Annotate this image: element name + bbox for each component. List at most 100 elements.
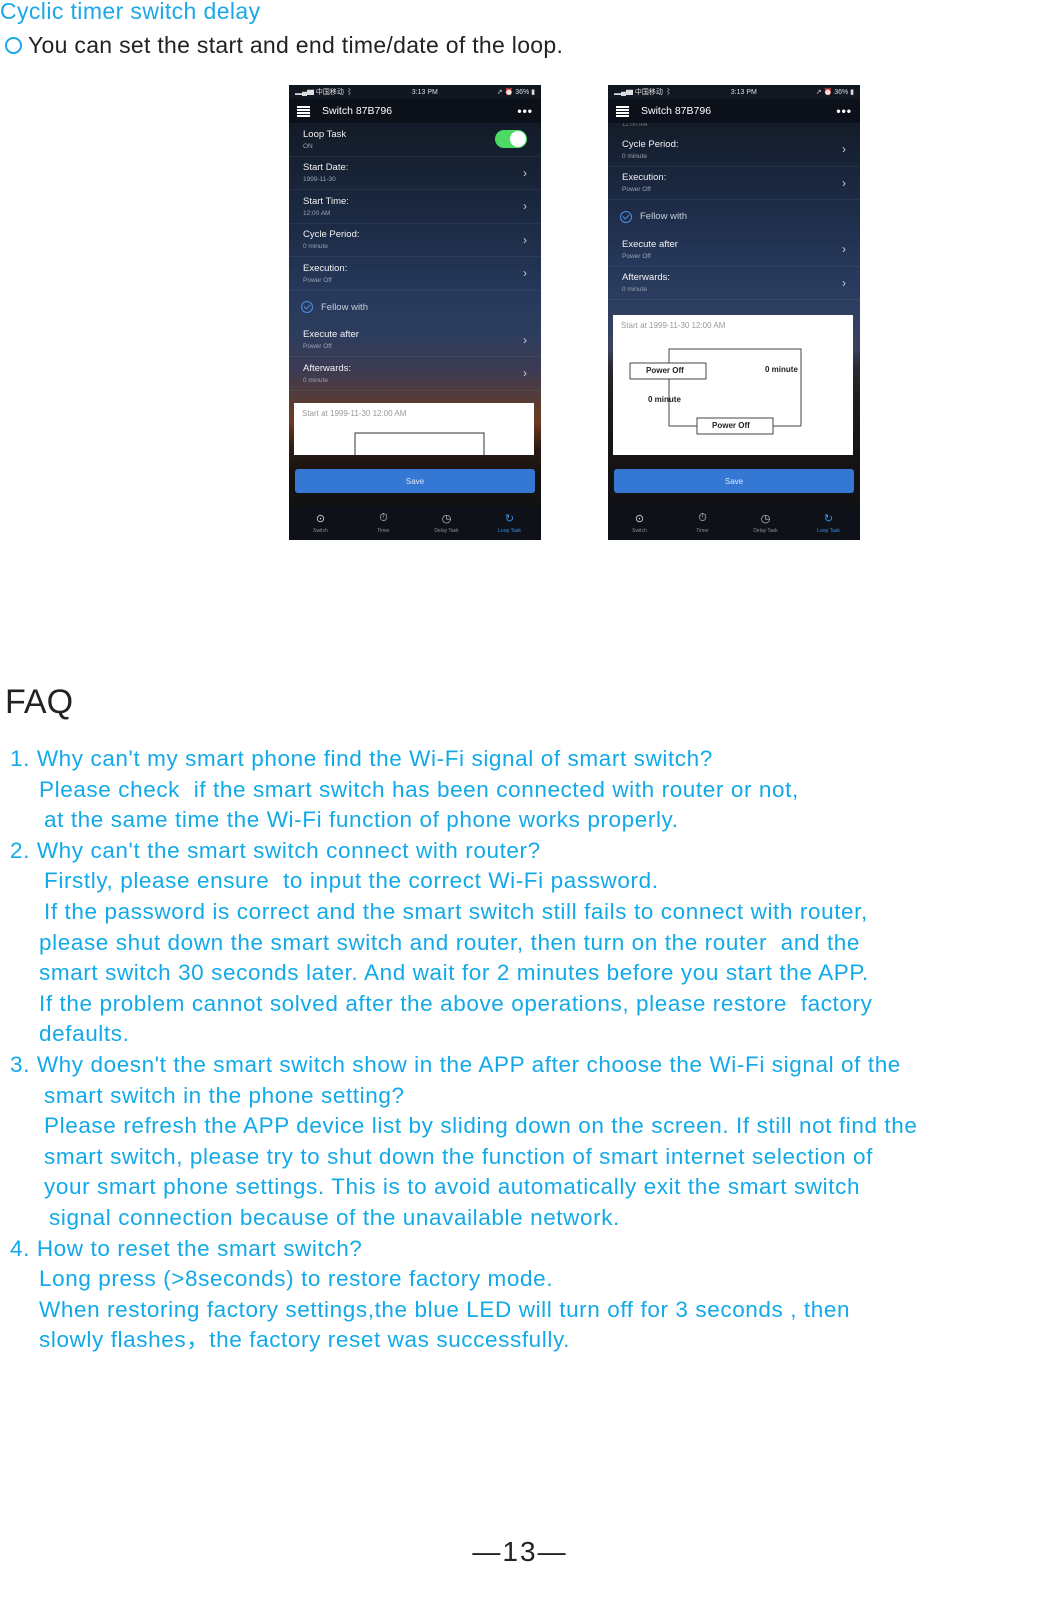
- chevron-right-icon: ›: [523, 266, 527, 281]
- row-label: Afterwards:: [303, 362, 352, 374]
- faq-answer-line: Firstly, please ensure to input the corr…: [44, 868, 659, 894]
- switch-icon: ⊙: [315, 513, 326, 525]
- gap-label-right: 0 minute: [765, 365, 798, 374]
- chevron-right-icon: ›: [842, 242, 846, 257]
- cycle-period-row[interactable]: Cycle Period: 0 minute ›: [608, 133, 860, 167]
- cycle-period-row[interactable]: Cycle Period: 0 minute ›: [289, 224, 541, 257]
- chevron-right-icon: ›: [523, 232, 527, 247]
- fellow-with-checkbox[interactable]: Fellow with: [608, 200, 860, 233]
- tab-bar: ⊙ Switch ⏱ Timer ◷ Delay Task ↻ Loop Task: [289, 506, 541, 540]
- row-value: Power Off: [303, 276, 332, 284]
- row-value: 0 minute: [622, 286, 647, 294]
- page-number: —13—: [472, 1536, 568, 1567]
- row-value: Power Off: [303, 343, 332, 351]
- intro-line: You can set the start and end time/date …: [5, 32, 563, 59]
- tab-label: Delay Task: [753, 528, 778, 534]
- row-value: ON: [303, 142, 313, 150]
- row-value: Power Off: [622, 186, 651, 194]
- tab-timer[interactable]: ⏱ Timer: [354, 512, 414, 534]
- chevron-right-icon: ›: [523, 165, 527, 180]
- faq-answer-line: Please check if the smart switch has bee…: [39, 776, 799, 802]
- faq-answer-line: your smart phone settings. This is to av…: [44, 1174, 861, 1200]
- tab-label: Loop Task: [817, 528, 840, 534]
- row-label: Afterwards:: [622, 272, 671, 284]
- fellow-with-checkbox[interactable]: Fellow with: [289, 291, 541, 324]
- tab-switch[interactable]: ⊙ Switch: [610, 512, 670, 534]
- chevron-right-icon: ›: [523, 199, 527, 214]
- execution-row[interactable]: Execution: Power Off ›: [608, 167, 860, 200]
- faq-answer-line: If the problem cannot solved after the a…: [39, 990, 873, 1016]
- row-label: Execute after: [303, 329, 359, 341]
- row-label: Execution:: [303, 262, 348, 274]
- execute-after-row[interactable]: Execute after Power Off ›: [289, 324, 541, 357]
- loop-task-toggle[interactable]: [495, 130, 527, 149]
- list-menu-icon[interactable]: [616, 105, 629, 117]
- execute-after-row[interactable]: Execute after Power Off ›: [608, 233, 860, 267]
- intro-text: You can set the start and end time/date …: [28, 32, 564, 58]
- clock-icon: ◷: [760, 513, 771, 525]
- start-time-row[interactable]: Start Time: 12:00 AM ›: [289, 190, 541, 224]
- row-value: 0 minute: [622, 152, 647, 160]
- row-value: 0 minute: [303, 376, 328, 384]
- refresh-loop-icon: ↻: [823, 513, 834, 525]
- tab-loop-task[interactable]: ↻ Loop Task: [480, 512, 540, 534]
- loop-task-row[interactable]: Loop Task ON: [289, 123, 541, 157]
- list-menu-icon[interactable]: [297, 105, 310, 117]
- row-value: Power Off: [622, 252, 651, 260]
- more-options-icon[interactable]: •••: [517, 104, 533, 118]
- loop-diagram-panel: Start at 1999-11-30 12:00 AM Power Off P…: [613, 315, 853, 455]
- section-title: Cyclic timer switch delay: [0, 0, 261, 24]
- faq-answer-line: Long press (>8seconds) to restore factor…: [39, 1266, 554, 1292]
- tab-bar: ⊙ Switch ⏱ Timer ◷ Delay Task ↻ Loop Task: [608, 506, 860, 540]
- more-options-icon[interactable]: •••: [836, 104, 852, 118]
- faq-answer-line: If the password is correct and the smart…: [44, 898, 868, 924]
- carrier-signal: ▂▄▆ 中国移动 ⌇: [614, 89, 672, 96]
- faq-question-4: 4. How to reset the smart switch?: [10, 1235, 363, 1261]
- loop-diagram-lines: [629, 348, 802, 435]
- device-title: Switch 87B796: [641, 105, 712, 117]
- save-button[interactable]: Save: [614, 469, 854, 493]
- tab-loop-task[interactable]: ↻ Loop Task: [799, 512, 859, 534]
- phone-screenshot-2: ▂▄▆ 中国移动 ⌇ 3:13 PM ↗ ⏰ 36% ▮ Switch 87B7…: [608, 85, 860, 540]
- loop-diagram-lines: [354, 432, 485, 455]
- stopwatch-icon: ⏱: [379, 512, 388, 524]
- faq-answer-line: defaults.: [39, 1021, 130, 1047]
- faq-question-3-cont: smart switch in the phone setting?: [44, 1082, 405, 1108]
- nav-bar: Switch 87B796 •••: [608, 99, 860, 123]
- save-button[interactable]: Save: [295, 469, 535, 493]
- tab-switch[interactable]: ⊙ Switch: [291, 512, 351, 534]
- afterwards-row[interactable]: Afterwards: 0 minute ›: [289, 357, 541, 391]
- tab-label: Loop Task: [498, 528, 521, 534]
- scrolled-row-fragment: 12:00 AM: [622, 123, 648, 128]
- circle-bullet-icon: [5, 37, 22, 54]
- faq-answer-line: smart switch, please try to shut down th…: [44, 1143, 873, 1169]
- chevron-right-icon: ›: [523, 366, 527, 381]
- row-label: Execute after: [622, 238, 678, 250]
- afterwards-row[interactable]: Afterwards: 0 minute ›: [608, 267, 860, 300]
- row-label: Loop Task: [303, 128, 347, 140]
- tab-delay-task[interactable]: ◷ Delay Task: [417, 512, 477, 534]
- faq-heading: FAQ: [5, 683, 74, 721]
- status-bar: ▂▄▆ 中国移动 ⌇ 3:13 PM ↗ ⏰ 36% ▮: [608, 85, 860, 99]
- row-value: 12:00 AM: [303, 209, 331, 217]
- row-label: Cycle Period:: [303, 229, 360, 241]
- state-box-2-label: Power Off: [712, 421, 750, 430]
- chevron-right-icon: ›: [842, 142, 846, 157]
- row-label: Start Date:: [303, 162, 349, 174]
- tab-timer[interactable]: ⏱ Timer: [673, 512, 733, 534]
- execution-row[interactable]: Execution: Power Off ›: [289, 257, 541, 291]
- status-time: 3:13 PM: [411, 88, 438, 96]
- tab-label: Delay Task: [434, 528, 459, 534]
- tab-label: Switch: [632, 528, 647, 534]
- carrier-signal: ▂▄▆ 中国移动 ⌇: [295, 89, 353, 96]
- faq-question-2: 2. Why can't the smart switch connect wi…: [10, 837, 541, 863]
- start-date-row[interactable]: Start Date: 1999-11-30 ›: [289, 157, 541, 190]
- row-label: Execution:: [622, 172, 667, 184]
- tab-delay-task[interactable]: ◷ Delay Task: [736, 512, 796, 534]
- faq-answer-line: Please refresh the APP device list by sl…: [44, 1113, 918, 1139]
- tab-label: Timer: [377, 528, 390, 534]
- chevron-right-icon: ›: [523, 332, 527, 347]
- switch-icon: ⊙: [634, 513, 645, 525]
- faq-list: 1. Why can't my smart phone find the Wi-…: [10, 744, 1040, 1356]
- chevron-right-icon: ›: [842, 175, 846, 190]
